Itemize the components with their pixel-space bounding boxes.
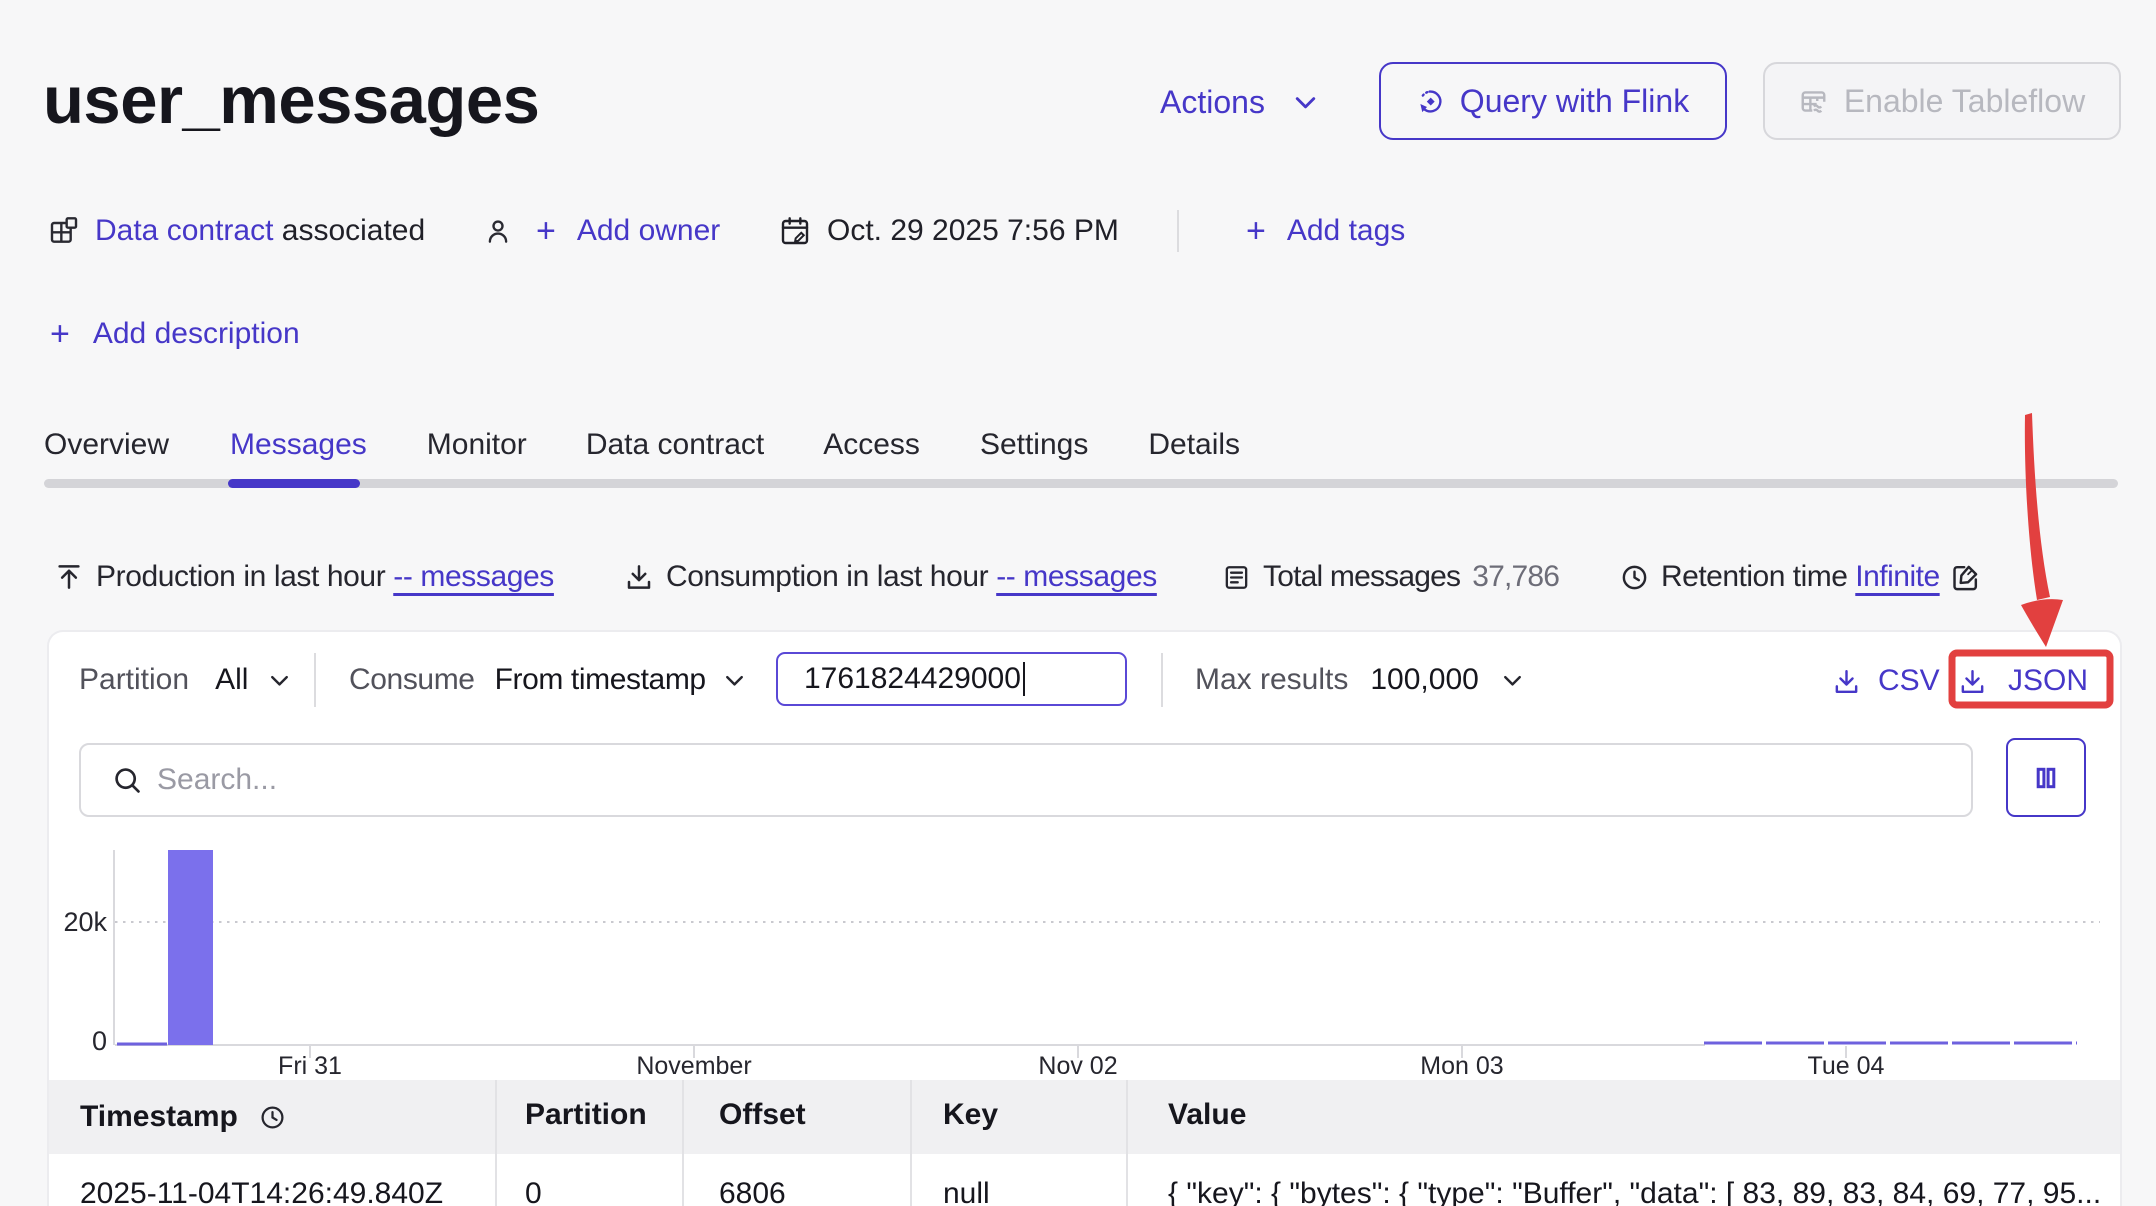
svg-text:20k: 20k bbox=[63, 907, 107, 937]
svg-text:Fri 31: Fri 31 bbox=[278, 1052, 342, 1080]
svg-text:Nov 02: Nov 02 bbox=[1038, 1052, 1117, 1080]
svg-text:Mon 03: Mon 03 bbox=[1420, 1052, 1503, 1080]
svg-text:0: 0 bbox=[92, 1026, 107, 1056]
svg-text:November: November bbox=[636, 1052, 751, 1080]
svg-text:Tue 04: Tue 04 bbox=[1808, 1052, 1885, 1080]
